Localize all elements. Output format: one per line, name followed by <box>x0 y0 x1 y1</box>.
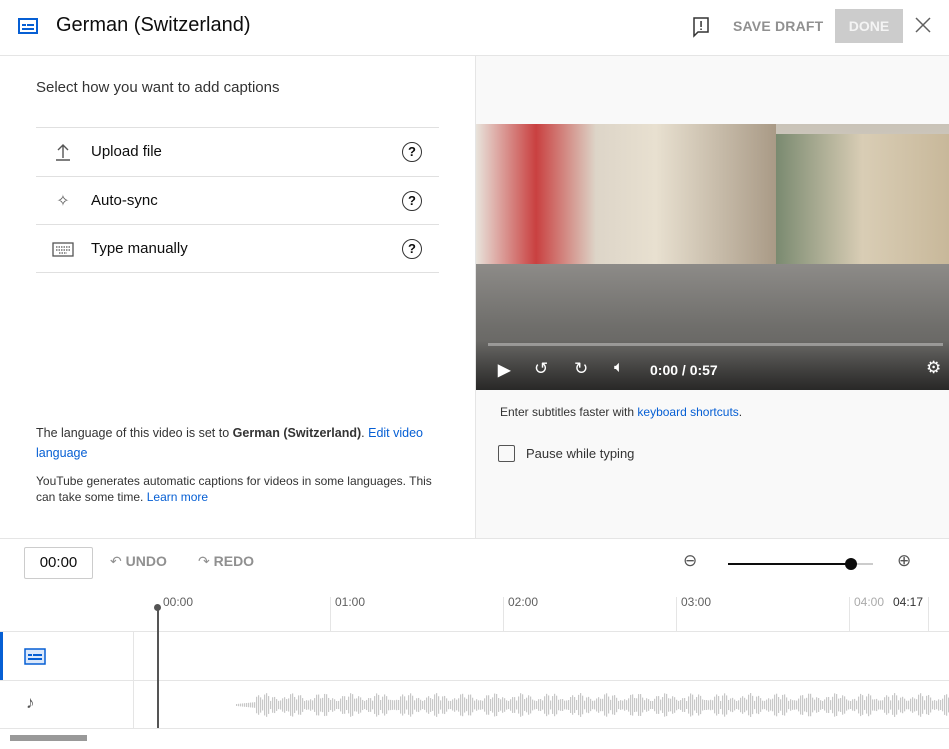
tick-label: 02:00 <box>508 595 539 609</box>
close-icon[interactable] <box>915 17 931 33</box>
video-time: 0:00 / 0:57 <box>650 362 718 378</box>
end-time-label: 04:17 <box>893 595 924 609</box>
zoom-in-icon[interactable]: ⊕ <box>897 551 911 571</box>
redo-icon: ↷ <box>198 553 210 569</box>
video-player[interactable]: ▶ ↺ ↻ 🔈︎ 0:00 / 0:57 ⚙ <box>476 124 949 390</box>
help-icon[interactable]: ? <box>402 239 422 259</box>
method-prompt: Select how you want to add captions <box>36 79 280 96</box>
play-icon[interactable]: ▶ <box>498 360 510 380</box>
volume-icon[interactable]: 🔈︎ <box>614 359 624 377</box>
option-auto-sync[interactable]: ✧ Auto-sync ? <box>36 176 439 225</box>
keyboard-shortcuts-link[interactable]: keyboard shortcuts <box>637 405 738 419</box>
page-title: German (Switzerland) <box>56 14 251 36</box>
save-draft-button[interactable]: SAVE DRAFT <box>733 18 823 34</box>
keyboard-icon <box>52 242 74 257</box>
option-label: Upload file <box>91 143 162 160</box>
help-icon[interactable]: ? <box>402 191 422 211</box>
option-label: Auto-sync <box>91 192 158 209</box>
rewind-10-icon[interactable]: ↺ <box>534 359 548 379</box>
progress-bar[interactable] <box>488 343 943 346</box>
forward-10-icon[interactable]: ↻ <box>574 359 588 379</box>
audio-track-icon: ♪ <box>26 693 35 712</box>
redo-button[interactable]: ↷ REDO <box>198 553 254 570</box>
zoom-slider[interactable] <box>728 558 873 570</box>
help-icon[interactable]: ? <box>402 142 422 162</box>
sparkle-icon: ✧ <box>56 193 70 210</box>
zoom-out-icon[interactable]: ⊖ <box>683 551 697 571</box>
tick-label: 04:00 <box>854 595 885 609</box>
pause-while-typing-checkbox[interactable] <box>498 445 515 462</box>
header: German (Switzerland) SAVE DRAFT DONE <box>0 0 949 56</box>
subtitle-track-indicator <box>0 632 3 680</box>
current-time-input[interactable]: 00:00 <box>24 547 93 579</box>
tick-label: 03:00 <box>681 595 712 609</box>
done-button[interactable]: DONE <box>835 9 903 43</box>
undo-icon: ↶ <box>110 553 122 569</box>
shortcut-hint: Enter subtitles faster with keyboard sho… <box>500 405 743 419</box>
auto-captions-note: YouTube generates automatic captions for… <box>36 474 432 504</box>
captions-icon <box>18 18 38 34</box>
settings-icon[interactable]: ⚙ <box>926 358 941 378</box>
option-type-manually[interactable]: Type manually ? <box>36 224 439 273</box>
subtitle-track-icon[interactable] <box>24 648 46 666</box>
audio-waveform <box>236 693 949 717</box>
pause-label: Pause while typing <box>526 446 635 461</box>
option-upload-file[interactable]: Upload file ? <box>36 127 439 176</box>
caption-method-panel: Select how you want to add captions Uplo… <box>0 56 476 538</box>
horizontal-scrollbar[interactable] <box>10 735 87 741</box>
feedback-icon[interactable] <box>692 16 710 38</box>
tick-label: 00:00 <box>163 595 194 609</box>
zoom-slider-handle[interactable] <box>845 558 858 570</box>
option-label: Type manually <box>91 240 188 257</box>
undo-button[interactable]: ↶ UNDO <box>110 553 167 570</box>
language-note: The language of this video is set to Ger… <box>36 426 424 460</box>
tick-label: 01:00 <box>335 595 366 609</box>
playhead[interactable] <box>154 604 161 728</box>
learn-more-link[interactable]: Learn more <box>147 490 208 504</box>
upload-icon <box>56 144 70 161</box>
